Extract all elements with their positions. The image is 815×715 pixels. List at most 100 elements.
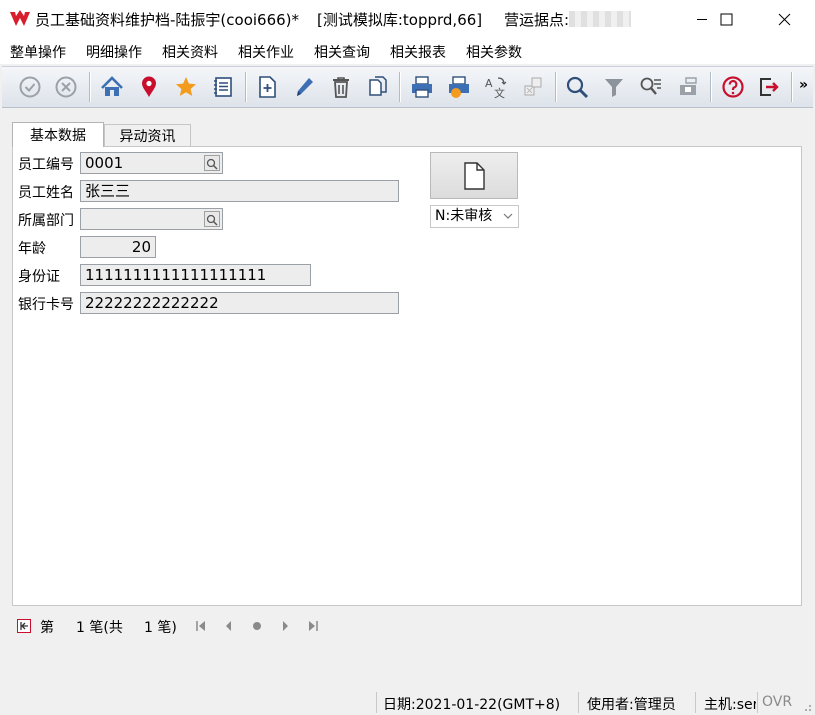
approval-status-value: N:未审核 — [435, 208, 493, 224]
document-icon — [464, 161, 485, 190]
app-logo-icon — [10, 10, 30, 26]
emp-no-label: 员工编号 — [18, 157, 74, 173]
delete-icon — [333, 77, 349, 98]
query-list-button[interactable] — [637, 73, 665, 101]
filter-icon — [605, 79, 623, 97]
emp-no-field[interactable]: 0001 — [80, 152, 223, 174]
emp-name-label: 员工姓名 — [18, 185, 74, 201]
print-button[interactable] — [408, 73, 436, 101]
status-host: 主机:ser — [704, 697, 756, 713]
record-current-label: 1 笔(共 — [76, 620, 123, 636]
exit-button[interactable] — [755, 73, 783, 101]
maximize-icon — [720, 13, 732, 25]
exit-icon — [760, 78, 779, 96]
skip-first-icon — [196, 621, 205, 631]
print-setup-icon — [449, 76, 469, 98]
last-record-button[interactable] — [306, 619, 320, 633]
copy-button[interactable] — [364, 73, 392, 101]
svg-text:文: 文 — [494, 86, 505, 99]
chevron-right-icon — [283, 621, 288, 631]
next-record-button[interactable] — [278, 619, 292, 633]
location-button[interactable] — [135, 73, 163, 101]
toolbar: A文 » — [2, 66, 813, 108]
prev-record-button[interactable] — [222, 619, 236, 633]
database-label: [测试模拟库:topprd,66] — [317, 11, 483, 29]
tab-basic-data[interactable]: 基本数据 — [12, 122, 104, 147]
notes-icon — [214, 77, 232, 97]
help-button[interactable] — [719, 73, 747, 101]
add-button[interactable] — [253, 73, 281, 101]
chevron-down-icon — [503, 213, 513, 219]
emp-no-value: 0001 — [85, 154, 124, 172]
age-value: 20 — [131, 238, 151, 256]
menu-bar: 整单操作 明细操作 相关资料 相关作业 相关查询 相关报表 相关参数 — [0, 38, 815, 64]
record-total-label: 1 笔) — [144, 620, 177, 636]
disabled-tool-button[interactable] — [519, 73, 547, 101]
cancel-icon — [55, 76, 77, 98]
location-pin-icon — [142, 76, 156, 97]
approval-status-select[interactable]: N:未审核 — [430, 205, 519, 228]
filter-button[interactable] — [600, 73, 628, 101]
edit-icon — [297, 78, 313, 96]
dept-lookup-button[interactable] — [204, 211, 220, 227]
emp-name-field[interactable]: 张三三 — [80, 180, 399, 202]
site-value-blurred — [569, 11, 631, 27]
status-bar: 日期:2021-01-22(GMT+8) 使用者:管理员 主机:ser OVR — [0, 690, 815, 715]
search-button[interactable] — [563, 73, 591, 101]
copy-icon — [369, 76, 387, 96]
menu-related-data[interactable]: 相关资料 — [162, 42, 218, 62]
menu-related-jobs[interactable]: 相关作业 — [238, 42, 294, 62]
notes-button[interactable] — [209, 73, 237, 101]
search-icon — [566, 76, 589, 99]
menu-related-params[interactable]: 相关参数 — [466, 42, 522, 62]
favorite-button[interactable] — [172, 73, 200, 101]
emp-no-lookup-button[interactable] — [204, 155, 220, 171]
home-button[interactable] — [98, 73, 126, 101]
emp-name-value: 张三三 — [85, 182, 131, 200]
current-record-button[interactable] — [250, 619, 264, 633]
record-nav-toggle-button[interactable] — [17, 619, 31, 633]
skip-last-icon — [309, 621, 318, 631]
age-field[interactable]: 20 — [80, 236, 156, 258]
attachment-button[interactable] — [430, 152, 518, 199]
magnifier-icon — [206, 214, 218, 226]
disabled-icon — [524, 77, 542, 96]
confirm-icon — [19, 76, 41, 98]
id-value: 1111111111111111111 — [85, 266, 267, 284]
bank-field[interactable]: 22222222222222 — [80, 292, 399, 314]
favorite-star-icon — [176, 77, 196, 96]
menu-detail[interactable]: 明细操作 — [86, 42, 142, 62]
maximize-button[interactable] — [703, 0, 749, 38]
magnifier-icon — [206, 158, 218, 170]
save-button[interactable] — [674, 73, 702, 101]
svg-text:A: A — [485, 77, 493, 90]
delete-button[interactable] — [327, 73, 355, 101]
status-overwrite-mode: OVR — [762, 694, 793, 710]
first-record-button[interactable] — [194, 619, 208, 633]
close-icon — [778, 13, 790, 25]
tab-change-info[interactable]: 异动资讯 — [104, 124, 191, 146]
menu-related-query[interactable]: 相关查询 — [314, 42, 370, 62]
home-icon — [101, 76, 123, 96]
id-label: 身份证 — [18, 269, 60, 285]
record-nav-icon — [17, 619, 31, 633]
record-prefix-label: 第 — [40, 620, 54, 636]
menu-related-report[interactable]: 相关报表 — [390, 42, 446, 62]
bank-label: 银行卡号 — [18, 297, 74, 313]
translate-button[interactable]: A文 — [482, 73, 510, 101]
cancel-button[interactable] — [52, 73, 80, 101]
resize-grip-icon[interactable] — [800, 700, 812, 712]
id-field[interactable]: 1111111111111111111 — [80, 264, 311, 286]
edit-button[interactable] — [290, 73, 318, 101]
close-button[interactable] — [761, 0, 807, 38]
dept-field[interactable] — [80, 208, 223, 230]
status-date: 日期:2021-01-22(GMT+8) — [383, 697, 561, 713]
dept-label: 所属部门 — [18, 213, 74, 229]
toolbar-overflow-button[interactable]: » — [799, 77, 808, 93]
window-title: 员工基础资料维护档-陆振宇(cooi666)* — [35, 11, 300, 29]
menu-whole-order[interactable]: 整单操作 — [10, 42, 66, 62]
dot-icon — [253, 622, 261, 630]
confirm-button[interactable] — [16, 73, 44, 101]
translate-icon: A文 — [485, 77, 507, 99]
print-setup-button[interactable] — [445, 73, 473, 101]
